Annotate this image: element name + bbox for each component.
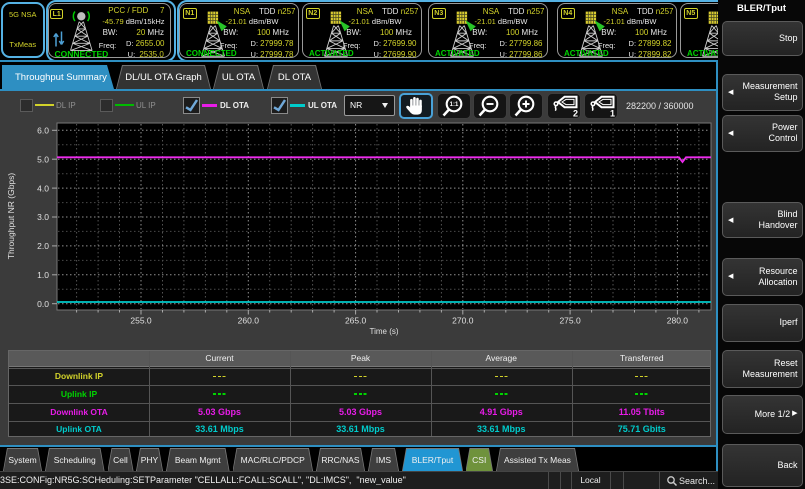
svg-text:5.0: 5.0 — [37, 154, 49, 164]
svg-text:255.0: 255.0 — [130, 316, 152, 326]
svg-text:275.0: 275.0 — [559, 316, 581, 326]
svg-text:3.0: 3.0 — [37, 212, 49, 222]
svg-text:1.0: 1.0 — [37, 270, 49, 280]
svg-text:260.0: 260.0 — [238, 316, 260, 326]
svg-text:2.0: 2.0 — [37, 241, 49, 251]
svg-text:4.0: 4.0 — [37, 183, 49, 193]
svg-text:270.0: 270.0 — [452, 316, 474, 326]
svg-text:280.0: 280.0 — [667, 316, 689, 326]
svg-text:265.0: 265.0 — [345, 316, 367, 326]
svg-text:0.0: 0.0 — [37, 299, 49, 309]
svg-text:Throughput NR (Gbps): Throughput NR (Gbps) — [6, 173, 16, 260]
svg-text:Time (s): Time (s) — [369, 327, 398, 336]
svg-text:6.0: 6.0 — [37, 126, 49, 136]
